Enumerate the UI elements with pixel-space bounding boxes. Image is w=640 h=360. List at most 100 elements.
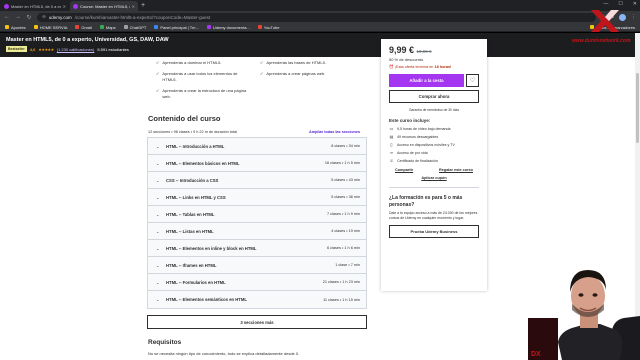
svg-text:DX: DX [531,351,541,358]
add-to-cart-button[interactable]: Añadir a la cesta [389,74,464,87]
menu-icon[interactable]: ⋮ [631,14,636,21]
section-row[interactable]: ⌄ HTML -- Tablas en HTML 7 clases • 1 h 9 … [148,206,366,223]
section-row[interactable]: ⌄ HTML -- Listas en HTML 4 clases • 19 min [148,223,366,240]
learn-text: Aprenderás a crear páginas web. [266,71,326,76]
udemy-favicon-icon [4,3,9,9]
include-item: ▯ Acceso en dispositivos móviles y TV [389,142,479,147]
reload-icon[interactable]: ↻ [26,14,32,21]
section-title: CSS -- Introducción a CSS [166,177,219,183]
section-row[interactable]: ⌄ HTML -- Elementos en inline y block en … [148,240,366,257]
chevron-down-icon: ⌄ [156,279,160,285]
maps-icon [99,25,104,29]
section-info: 1 clase • 7 min [335,263,360,267]
bookmark-label: ChatGPT [129,24,147,30]
alarm-icon: ⏰ [389,65,394,69]
bookmark-item[interactable]: Maps [99,25,116,30]
learn-text: Aprenderás a usar todos los elementos de… [162,71,238,82]
apply-coupon-link[interactable]: Aplicar cupón [389,176,479,180]
scrollbar-thumb[interactable] [636,73,639,143]
bookmark-item[interactable]: ChatGPT [123,24,147,30]
business-text: Dale a tu equipo acceso a más de 24.000 … [389,211,478,220]
back-icon[interactable]: ← [4,14,10,20]
learn-item: ✓ Aprenderás a usar todos los elementos d… [156,71,251,82]
card-links: Compartir Regalar este curso [389,168,479,172]
section-row[interactable]: ⌄ HTML -- Elementos semánticos en HTML 11 … [148,291,366,308]
check-icon: ✓ [260,60,264,65]
ratings-count-link[interactable]: (1.230 calificaciones) [57,47,95,52]
share-link[interactable]: Compartir [395,168,413,172]
bookmark-item[interactable]: Udemy documenta... [206,24,250,30]
bookmark-item[interactable]: Gmail [75,24,92,30]
section-title: HTML -- Introducción a HTML [166,143,225,149]
wishlist-heart-icon[interactable]: ♡ [466,74,479,87]
include-item: ♕ Certificado de finalización [389,158,479,163]
curriculum-accordion: ⌄ HTML -- Introducción a HTML 8 clases • 3… [147,137,367,309]
money-back-guarantee: Garantía de reembolso de 30 días [408,108,460,112]
learn-text: Aprenderás a crear la estructura de una … [162,88,247,99]
check-icon: ✓ [156,60,160,65]
bookmark-label: Panel principal | Tm... [160,24,199,30]
include-text: Acceso de por vida [397,150,428,155]
close-icon[interactable]: ✕ [63,4,66,9]
course-content-stats: 12 secciones • 98 clases • 9 h 22 m de d… [148,130,237,134]
offer-timer: ⏰ ¡Esta oferta termina en 18 horas! [389,64,479,69]
browser-tab-active[interactable]: Course: Master en HTML5, de 0 a ✕ [70,1,138,11]
section-title: HTML -- Formularios en HTML [166,279,226,285]
bookmarks-bar: Apuntes HOME SERVIA Gmail Maps ChatGPT P… [0,23,640,32]
section-info: 8 clases • 34 min [331,144,360,148]
section-title: HTML -- Iframes en HTML [166,262,217,268]
section-row[interactable]: ⌄ HTML -- Links en HTML y CSS 5 clases • 3… [148,189,366,206]
price-block: 9,99 € 19,99 € [389,45,479,55]
mobile-icon: ▯ [390,142,393,147]
bookmark-item[interactable]: YouTube [257,25,279,30]
chevron-down-icon: ⌄ [156,160,160,166]
expand-all-link[interactable]: Ampliar todas las secciones [309,130,360,134]
udemy-favicon-icon [73,3,78,9]
bookmark-item[interactable]: Apuntes [5,25,26,30]
section-row[interactable]: ⌄ HTML -- Iframes en HTML 1 clase • 7 min [148,257,366,274]
address-bar[interactable]: ⊜ udemy.com /course/kumbiamaster-html5-a… [37,12,596,22]
infinity-icon: ∞ [390,150,393,155]
section-info: 16 clases • 1 h 5 min [324,161,360,165]
section-title: HTML -- Elementos en inline y block en H… [166,245,257,251]
gift-link[interactable]: Regalar este curso [439,168,473,172]
check-icon: ✓ [156,88,160,93]
section-title: HTML -- Elementos básicos en HTML [166,160,240,166]
close-icon[interactable]: ✕ [132,4,135,9]
section-row[interactable]: ⌄ HTML -- Elementos básicos en HTML 16 cla… [148,155,366,172]
include-text: 9,5 horas de vídeo bajo demanda [397,126,451,131]
section-title: HTML -- Listas en HTML [166,228,214,234]
bookmark-label: Apuntes [11,24,26,30]
section-info: 21 clases • 1 h 23 min [322,280,360,284]
include-item: ∞ Acceso de por vida [389,150,479,155]
site-info-icon[interactable]: ⊜ [42,14,46,20]
section-row[interactable]: ⌄ HTML -- Introducción a HTML 8 clases • 3… [148,138,366,155]
check-icon: ✓ [260,71,264,76]
browser-tab[interactable]: Master en HTML5, de 0 a expert ✕ [1,1,69,11]
learn-item: ✓ Aprenderás a dominar el HTML5. [156,60,251,66]
certificate-icon: ♕ [389,158,394,163]
buy-now-button[interactable]: Comprar ahora [389,90,479,103]
forward-icon[interactable]: → [15,14,21,20]
chevron-down-icon: ⌄ [156,228,160,234]
screen: Master en HTML5, de 0 a expert ✕ Course:… [0,0,640,360]
more-sections-button[interactable]: 3 secciones más [147,315,367,329]
close-window-icon[interactable]: ✕ [633,1,637,7]
chevron-down-icon: ⌄ [156,211,160,217]
requirement-item: No se necesita ningún tipo de conocimien… [148,351,300,356]
course-header-bar: Master en HTML5, de 0 a experto, Univers… [0,33,640,57]
section-row[interactable]: ⌄ HTML -- Formularios en HTML 21 clases • … [148,274,366,291]
tab-title: Course: Master en HTML5, de 0 a [80,3,130,9]
course-title: Master en HTML5, de 0 a experto, Univers… [6,37,169,43]
bookmark-label: Gmail [81,24,92,30]
bookmark-label: Udemy documenta... [212,24,250,30]
section-row[interactable]: ⌄ CSS -- Introducción a CSS 5 clases • 43 … [148,172,366,189]
discount-label: 50 % de descuento [389,57,424,62]
bookmark-item[interactable]: Panel principal | Tm... [154,25,199,30]
include-text: 49 recursos descargables [397,134,439,139]
try-business-button[interactable]: Prueba Udemy Business [389,225,479,238]
bookmark-item[interactable]: HOME SERVIA [33,25,67,30]
chatgpt-icon [123,25,128,29]
new-tab-icon[interactable]: + [141,1,145,11]
bestseller-badge: Bestseller [6,46,27,52]
